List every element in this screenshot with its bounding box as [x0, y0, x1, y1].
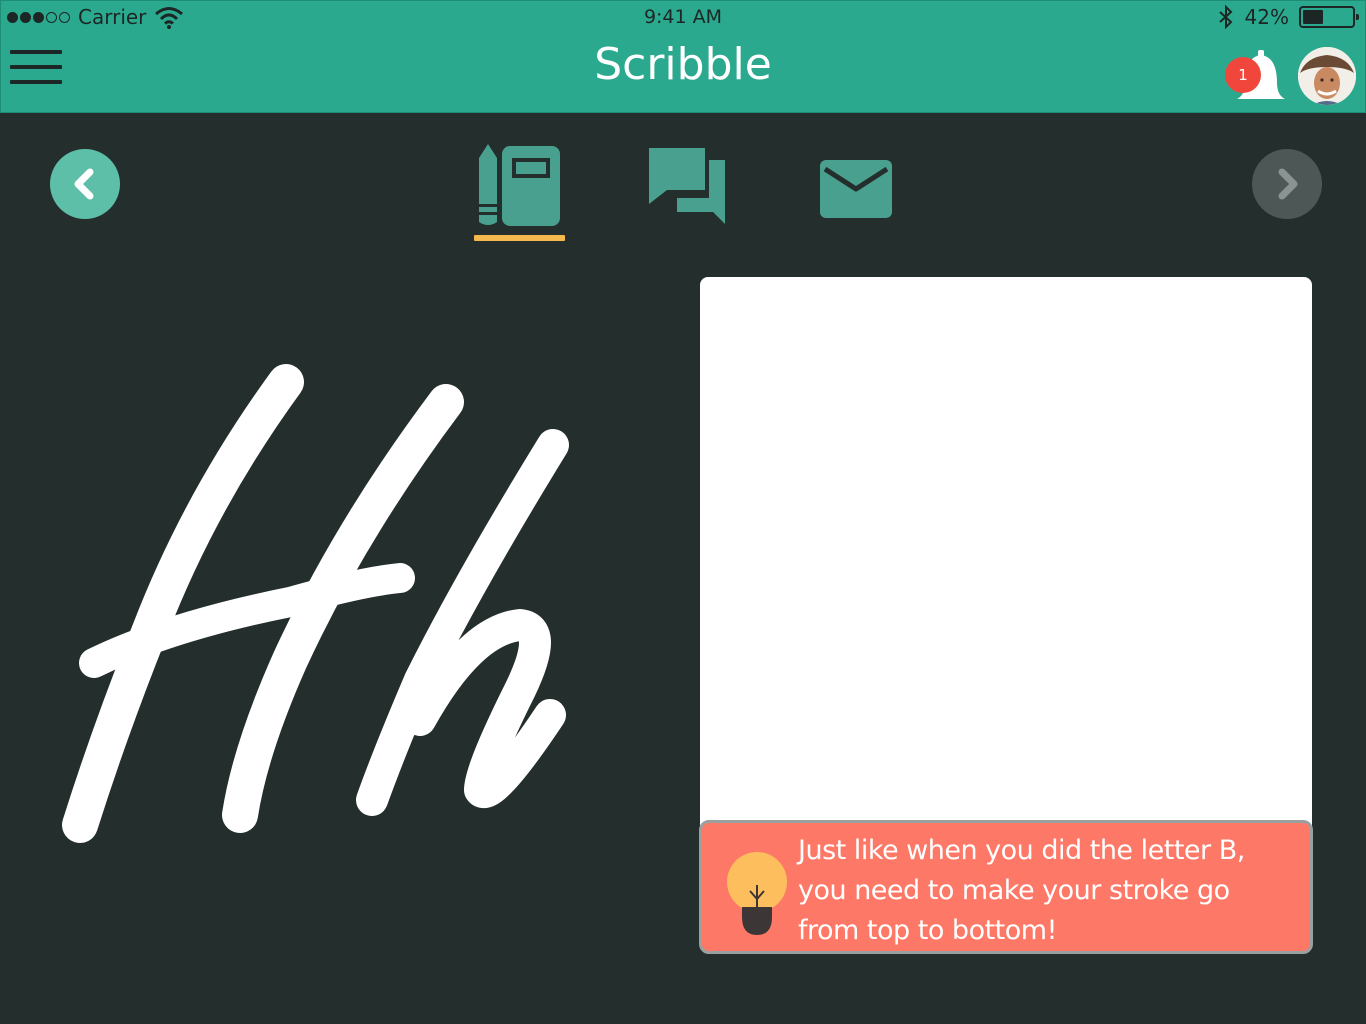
- notifications-button[interactable]: 1: [1223, 49, 1287, 105]
- chevron-left-icon: [74, 168, 94, 200]
- next-button[interactable]: [1252, 149, 1322, 219]
- drawing-canvas[interactable]: [700, 277, 1312, 857]
- mail-icon: [820, 160, 892, 218]
- battery-icon: [1299, 6, 1359, 28]
- bluetooth-icon: [1218, 5, 1232, 29]
- letter-glyphs: Hh: [62, 364, 569, 843]
- hint-card: Just like when you did the letter B, you…: [699, 820, 1313, 954]
- tab-practice[interactable]: [476, 144, 562, 232]
- app-header: Carrier 9:41 AM 42% Scribble 1: [0, 0, 1366, 113]
- lightbulb-icon: [727, 852, 787, 935]
- hint-text: Just like when you did the letter B, you…: [798, 835, 1245, 946]
- notebook-pencil-icon: [479, 144, 560, 226]
- active-tab-indicator: [474, 235, 565, 241]
- user-avatar[interactable]: [1298, 47, 1356, 105]
- status-time: 9:41 AM: [643, 6, 723, 28]
- battery-level: [1303, 10, 1323, 24]
- notification-badge: 1: [1225, 57, 1261, 93]
- tab-chat[interactable]: [647, 146, 727, 230]
- tab-messages[interactable]: [819, 159, 893, 223]
- app-title: Scribble: [594, 39, 772, 90]
- battery-percent: 42%: [1244, 5, 1289, 29]
- letter-display: Hh: [50, 360, 590, 854]
- chevron-right-icon: [1278, 168, 1298, 200]
- chat-bubbles-icon: [649, 148, 725, 224]
- previous-button[interactable]: [50, 149, 120, 219]
- status-right: 42%: [1217, 5, 1359, 29]
